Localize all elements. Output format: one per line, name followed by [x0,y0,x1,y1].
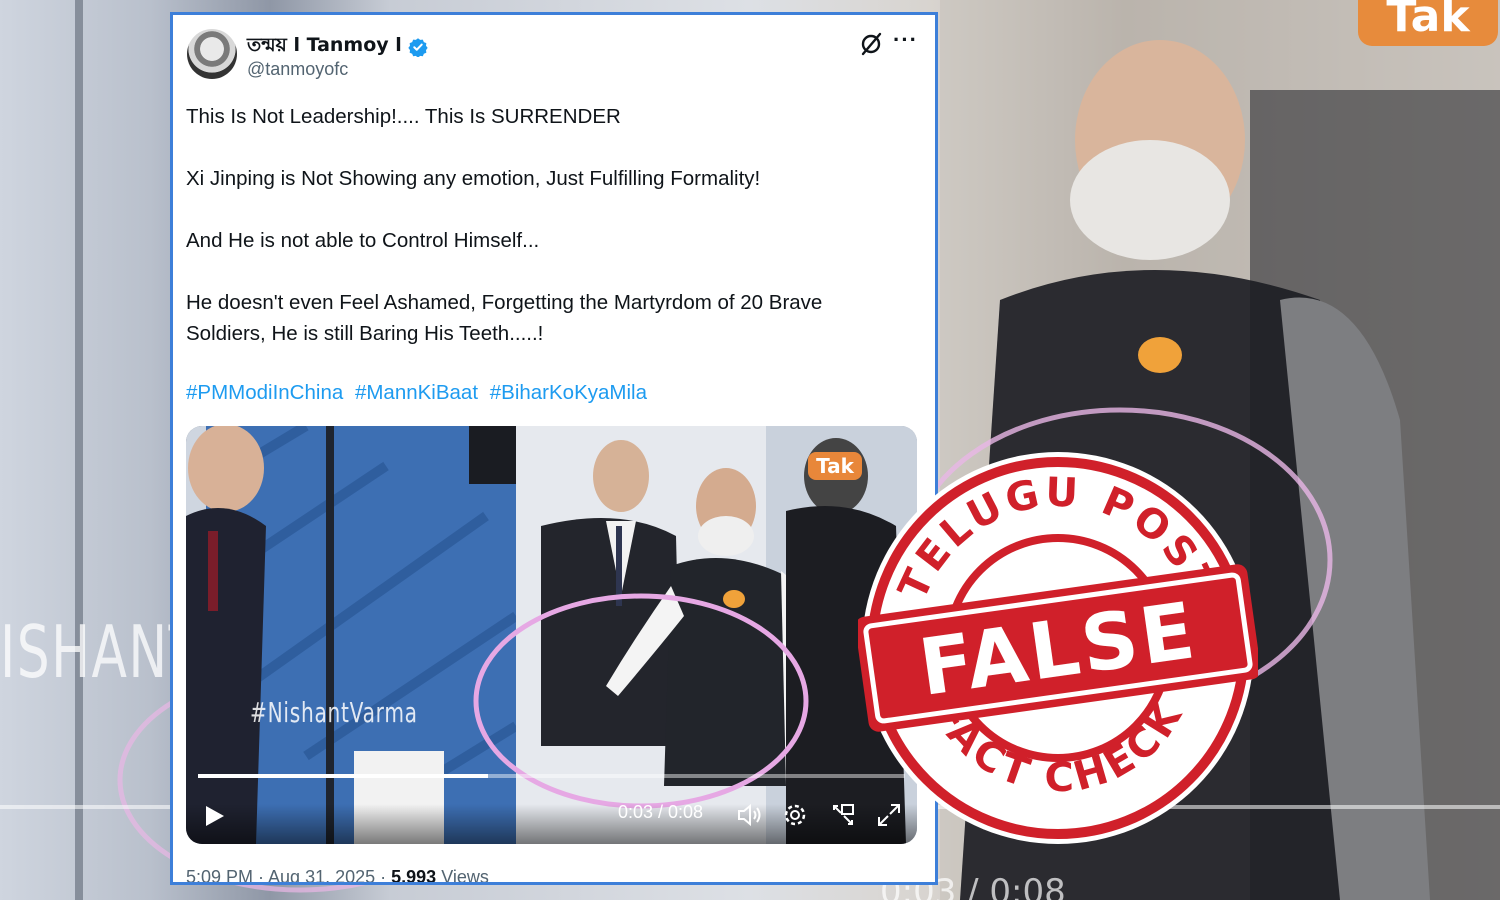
tweet-paragraph: He doesn't even Feel Ashamed, Forgetting… [186,291,823,345]
avatar[interactable] [187,29,237,79]
tweet-card: তন্ময় l Tanmoy l @tanmoyofc ··· This Is… [170,12,938,885]
settings-gear-icon[interactable] [782,802,808,828]
tweet-paragraph: And He is not able to Control Himself... [186,229,540,252]
video-logo-badge: Tak [808,452,862,480]
tweet-paragraph: This Is Not Leadership!.... This Is SURR… [186,105,621,128]
video-frame [186,426,917,844]
video-watermark: #NishantVarma [250,696,418,729]
views-count: 5,993 [391,867,437,885]
false-fact-check-stamp: TELUGU POST FACT CHECK FALSE [858,452,1258,844]
video-progress-bar[interactable] [198,774,905,778]
tweet-paragraph: Xi Jinping is Not Showing any emotion, J… [186,167,761,190]
hashtag-link[interactable]: #BiharKoKyaMila [490,381,647,404]
views-label: Views [436,867,489,885]
background-logo: Tak [1358,0,1498,46]
play-icon[interactable] [204,804,226,828]
video-progress-fill [198,774,488,778]
verified-badge-icon [408,38,428,57]
volume-icon[interactable] [736,802,762,828]
tweet-timestamp[interactable]: 5:09 PM · Aug 31, 2025 · [186,867,391,882]
grok-icon[interactable] [858,31,884,57]
pip-minimize-icon[interactable] [830,802,856,828]
user-handle[interactable]: @tanmoyofc [247,59,348,80]
video-time: 0:03 / 0:08 [618,802,704,822]
more-options-icon[interactable]: ··· [893,27,918,53]
hashtag-link[interactable]: #MannKiBaat [355,381,478,404]
video-player[interactable]: Tak #NishantVarma 0:03 / 0:08 [186,426,917,844]
tweet-meta: 5:09 PM · Aug 31, 2025 · 5,993 Views [186,867,489,885]
hashtag-row: #PMModiInChina #MannKiBaat #BiharKoKyaMi… [186,381,653,405]
tweet-text: This Is Not Leadership!.... This Is SURR… [186,101,906,380]
hashtag-link[interactable]: #PMModiInChina [186,381,343,404]
